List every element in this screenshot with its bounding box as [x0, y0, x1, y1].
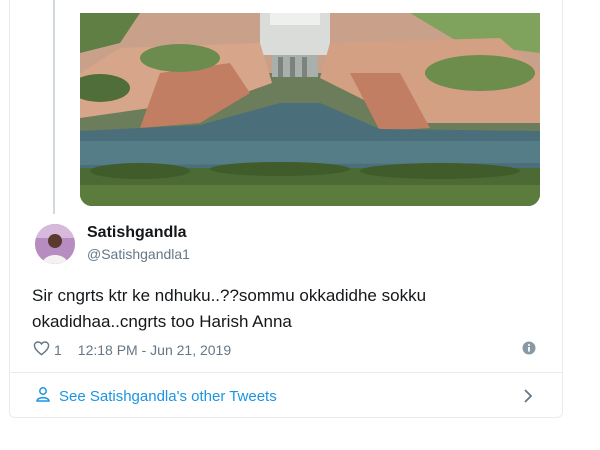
author-display-name[interactable]: Satishgandla: [87, 224, 187, 242]
info-icon[interactable]: [522, 341, 536, 355]
tweet-meta-row: 1 12:18 PM - Jun 21, 2019: [33, 340, 231, 359]
person-icon: [35, 386, 51, 407]
tweet-timestamp[interactable]: 12:18 PM - Jun 21, 2019: [78, 342, 231, 358]
avatar[interactable]: [35, 224, 75, 264]
like-count[interactable]: 1: [54, 342, 62, 358]
tweet-text-line: okadidhaa..cngrts too Harish Anna: [32, 312, 292, 331]
reservoir-aerial-image: [80, 13, 540, 206]
thread-connector-line: [53, 0, 55, 214]
chevron-right-icon[interactable]: [521, 388, 535, 409]
tweet-text-line: Sir cngrts ktr ke ndhuku..??sommu okkadi…: [32, 286, 427, 305]
see-other-tweets-label[interactable]: See Satishgandla's other Tweets: [59, 388, 277, 405]
author-handle[interactable]: @Satishgandla1: [87, 246, 190, 262]
see-other-tweets-link[interactable]: See Satishgandla's other Tweets: [35, 386, 277, 407]
tweet-text: Sir cngrts ktr ke ndhuku..??sommu okkadi…: [32, 283, 532, 335]
author-avatar-image: [35, 224, 75, 264]
tweet-media-photo[interactable]: [80, 13, 540, 206]
heart-outline-icon[interactable]: [33, 340, 50, 359]
divider: [10, 372, 562, 373]
